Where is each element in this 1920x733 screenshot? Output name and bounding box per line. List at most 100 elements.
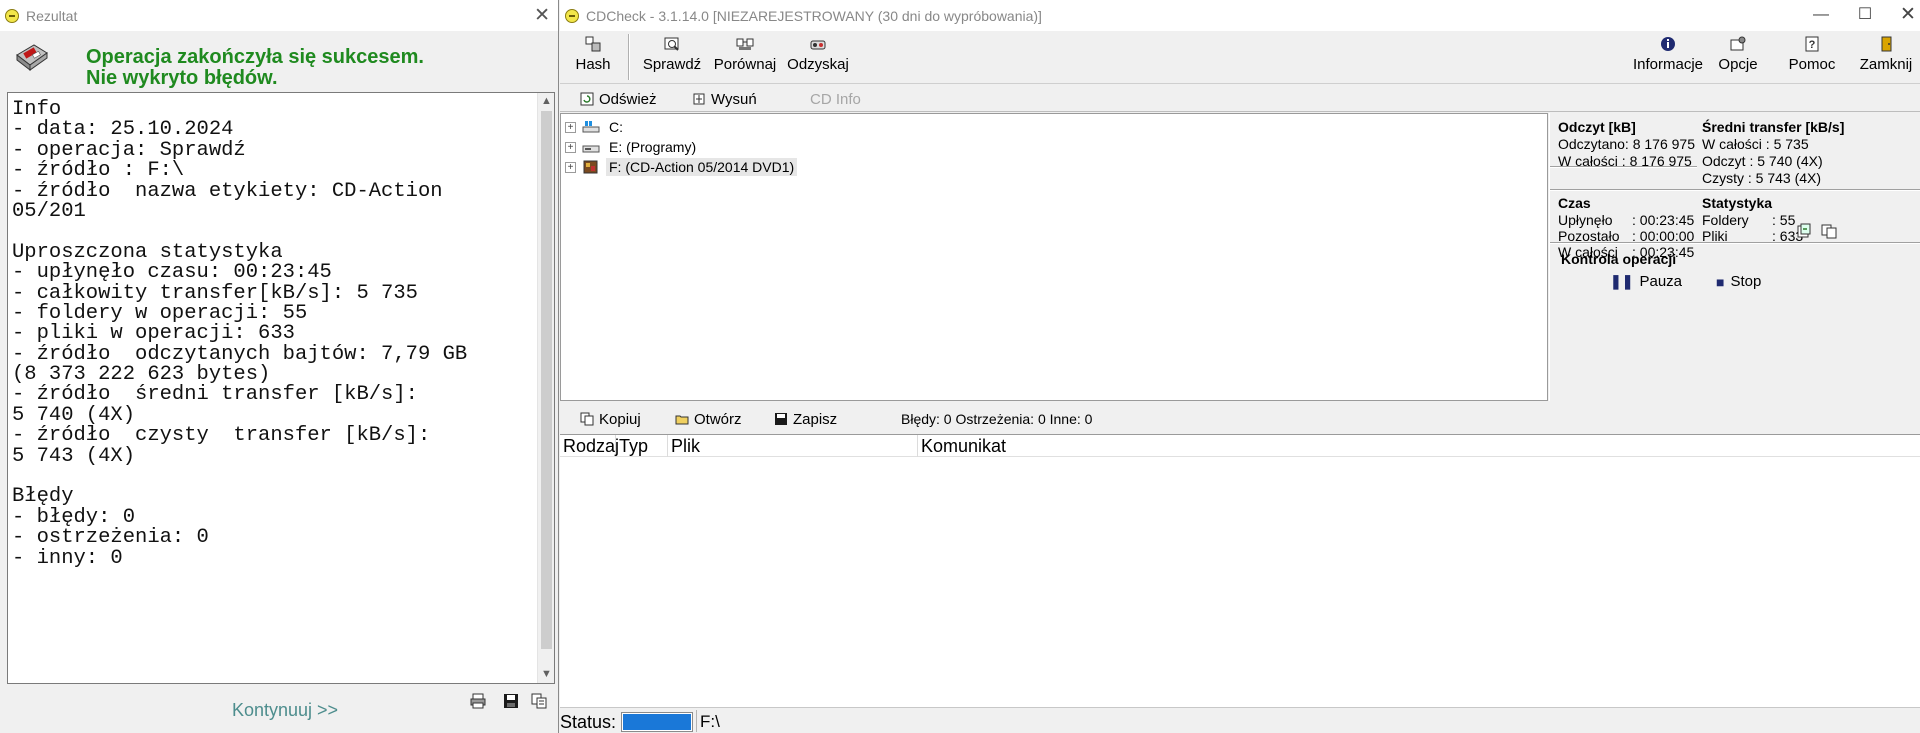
- avg-pure-value: Czysty : 5 743 (4X): [1702, 170, 1822, 186]
- continue-button[interactable]: Kontynuuj >>: [150, 694, 420, 726]
- elapsed-label: Upłynęło: [1558, 212, 1613, 228]
- log-table[interactable]: Rodzaj Typ Plik Komunikat: [560, 434, 1920, 707]
- result-text-line: [12, 219, 532, 239]
- column-header-file[interactable]: Plik: [668, 435, 918, 457]
- column-header-message[interactable]: Komunikat: [918, 435, 1920, 457]
- result-text-line: - foldery w operacji: 55: [12, 301, 308, 325]
- main-title: CDCheck - 3.1.14.0 [NIEZAREJESTROWANY (3…: [586, 7, 1042, 24]
- disk-icon: [16, 44, 48, 72]
- result-footer: Kontynuuj >>: [0, 684, 558, 733]
- divider: [1550, 166, 1697, 168]
- tree-item-drive-c[interactable]: + C:: [565, 117, 626, 137]
- eject-button[interactable]: Wysuń: [692, 88, 757, 110]
- expand-icon[interactable]: +: [565, 161, 576, 173]
- log-table-header: Rodzaj Typ Plik Komunikat: [560, 435, 1920, 457]
- result-text-line: - upłynęło czasu: 00:23:45: [12, 261, 332, 285]
- eject-label: Wysuń: [711, 90, 757, 108]
- save-log-label: Zapisz: [793, 410, 838, 428]
- result-text-line: - pliki w operacji: 633: [12, 322, 295, 346]
- result-text-line: Błędy: [12, 485, 74, 509]
- options-button[interactable]: Opcje: [1715, 35, 1761, 79]
- expand-icon[interactable]: +: [565, 141, 576, 153]
- dvd-drive-icon: [583, 160, 598, 174]
- window-close-button[interactable]: ✕: [1888, 2, 1920, 28]
- hash-button[interactable]: Hash: [570, 35, 616, 79]
- result-textbox[interactable]: Info - data: 25.10.2024- operacja: Sprawd…: [7, 92, 555, 684]
- result-text-line: - data: 25.10.2024: [12, 118, 234, 142]
- info-button[interactable]: Informacje: [1630, 35, 1706, 79]
- recover-label: Odzyskaj: [787, 56, 849, 73]
- stop-label: Stop: [1730, 273, 1762, 290]
- close-app-button[interactable]: Zamknij: [1856, 35, 1916, 79]
- help-icon: ?: [1805, 36, 1819, 52]
- maximize-button[interactable]: ☐: [1845, 2, 1885, 28]
- result-text-line: - źródło : F:\: [12, 159, 185, 183]
- refresh-button[interactable]: Odśwież: [580, 88, 657, 110]
- no-errors-message: Nie wykryto błędów.: [86, 67, 278, 89]
- statistics-panel: Odczyt [kB] Odczytano: 8 176 975 W całoś…: [1549, 113, 1920, 401]
- column-header-type[interactable]: Rodzaj: [560, 435, 619, 457]
- divider: [1550, 242, 1920, 244]
- recover-button[interactable]: Odzyskaj: [785, 35, 851, 79]
- help-label: Pomoc: [1788, 56, 1836, 73]
- check-button[interactable]: Sprawdź: [640, 35, 704, 79]
- result-text-line: - źródło nazwa etykiety: CD-Action: [12, 179, 443, 203]
- scroll-down-arrow-icon[interactable]: ▼: [538, 666, 554, 683]
- folders-value: : 55: [1772, 212, 1796, 228]
- cd-info-button[interactable]: CD Info: [810, 88, 861, 110]
- column-header-kind[interactable]: Typ: [616, 435, 668, 457]
- status-separator: [696, 710, 697, 732]
- hash-label: Hash: [575, 56, 611, 73]
- log-toolbar: Kopiuj Otwórz Zapisz Błędy: 0 Ostrzeżeni…: [560, 404, 1920, 434]
- read-header: Odczyt [kB]: [1558, 119, 1636, 135]
- result-titlebar: Rezultat ✕: [0, 0, 558, 31]
- pause-button[interactable]: ❚❚ Pauza: [1610, 273, 1682, 290]
- copy-stats-icon[interactable]: [1821, 223, 1837, 239]
- refresh-icon: [580, 92, 594, 106]
- close-app-label: Zamknij: [1859, 56, 1913, 73]
- drive-icon: [582, 145, 600, 153]
- compare-icon: [736, 38, 754, 50]
- close-icon[interactable]: ✕: [534, 4, 550, 27]
- result-text-line: - źródło średni transfer [kB/s]:: [12, 383, 418, 407]
- copy-icon: [580, 412, 594, 426]
- compare-button[interactable]: Porównaj: [712, 35, 778, 79]
- minimize-button[interactable]: —: [1801, 2, 1841, 28]
- compare-label: Porównaj: [713, 56, 777, 73]
- vertical-scrollbar[interactable]: ▲ ▼: [537, 93, 554, 683]
- tree-item-drive-e[interactable]: + E: (Programy): [565, 137, 699, 157]
- tree-item-label: F: (CD-Action 05/2014 DVD1): [606, 158, 798, 176]
- main-titlebar: CDCheck - 3.1.14.0 [NIEZAREJESTROWANY (3…: [560, 0, 1920, 31]
- open-log-button[interactable]: Otwórz: [675, 408, 742, 430]
- drive-tree[interactable]: + C: + E: (Programy) + F: (CD-Action 05/…: [560, 113, 1548, 401]
- stop-button[interactable]: ■ Stop: [1716, 273, 1761, 290]
- scroll-up-arrow-icon[interactable]: ▲: [538, 93, 554, 110]
- copy-log-button[interactable]: Kopiuj: [580, 408, 641, 430]
- copy-icon[interactable]: [530, 692, 548, 710]
- info-label: Informacje: [1632, 56, 1704, 73]
- avg-read-value: Odczyt : 5 740 (4X): [1702, 153, 1823, 169]
- status-progress-bar: [621, 712, 693, 732]
- time-header: Czas: [1558, 195, 1591, 211]
- cdcheck-main-window: CDCheck - 3.1.14.0 [NIEZAREJESTROWANY (3…: [560, 0, 1920, 733]
- expand-icon[interactable]: +: [565, 121, 576, 133]
- open-log-label: Otwórz: [694, 410, 742, 428]
- tree-item-drive-f[interactable]: + F: (CD-Action 05/2014 DVD1): [565, 157, 798, 177]
- save-icon[interactable]: [502, 692, 520, 710]
- recover-icon: [810, 40, 826, 50]
- result-text-line: Uproszczona statystyka: [12, 240, 283, 264]
- export-icon[interactable]: [1796, 223, 1812, 239]
- save-log-button[interactable]: Zapisz: [774, 408, 837, 430]
- avg-transfer-header: Średni transfer [kB/s]: [1702, 119, 1845, 135]
- result-title: Rezultat: [26, 7, 78, 24]
- options-label: Opcje: [1718, 56, 1758, 73]
- options-icon: [1730, 36, 1746, 51]
- help-button[interactable]: ? Pomoc: [1787, 35, 1837, 79]
- info-icon: [1661, 37, 1675, 51]
- status-path: F:\: [700, 712, 720, 731]
- operation-control-header: Kontrola operacji: [1561, 251, 1677, 267]
- tree-item-label: E: (Programy): [609, 139, 697, 155]
- result-dialog: Rezultat ✕ Operacja zakończyła się sukce…: [0, 0, 559, 733]
- scrollbar-thumb[interactable]: [541, 111, 552, 649]
- print-icon[interactable]: [469, 692, 487, 710]
